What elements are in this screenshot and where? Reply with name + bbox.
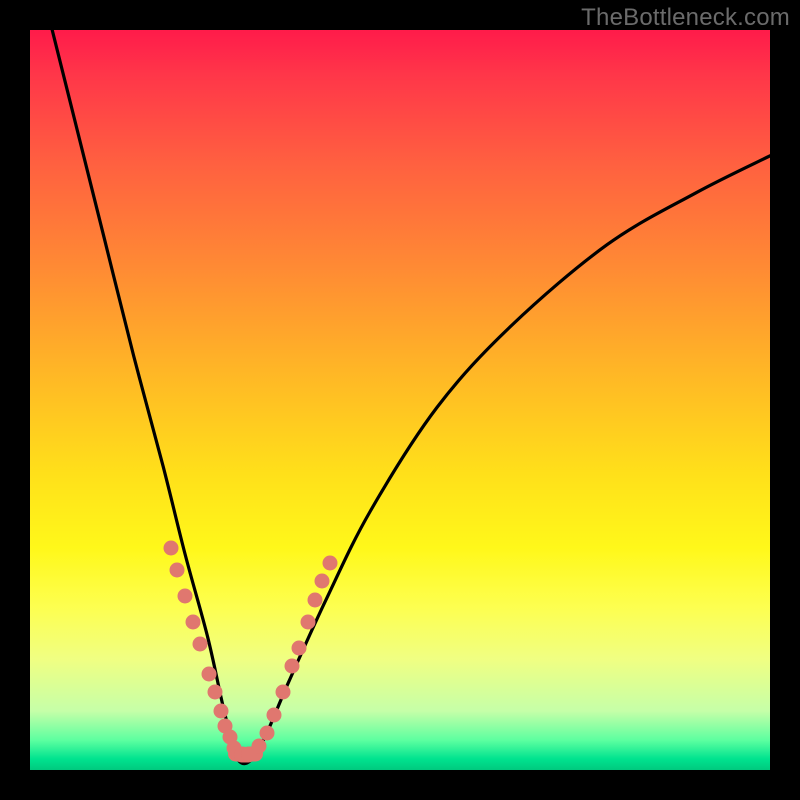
bottleneck-curve: [30, 30, 770, 770]
highlight-dot: [202, 666, 217, 681]
watermark-text: TheBottleneck.com: [581, 4, 790, 32]
highlight-dot: [208, 685, 223, 700]
highlight-dot: [259, 726, 274, 741]
highlight-dot: [284, 659, 299, 674]
highlight-dot: [178, 589, 193, 604]
plot-area: [30, 30, 770, 770]
highlight-dot: [276, 685, 291, 700]
highlight-dot: [291, 640, 306, 655]
highlight-dot: [322, 555, 337, 570]
highlight-dot: [307, 592, 322, 607]
highlight-dot: [315, 574, 330, 589]
highlight-dot: [300, 615, 315, 630]
highlight-dot: [267, 707, 282, 722]
highlight-dot: [185, 615, 200, 630]
highlight-dot: [193, 637, 208, 652]
highlight-dot: [169, 563, 184, 578]
highlight-dot: [213, 703, 228, 718]
chart-frame: TheBottleneck.com: [0, 0, 800, 800]
highlight-dot: [252, 739, 267, 754]
highlight-dot: [163, 541, 178, 556]
